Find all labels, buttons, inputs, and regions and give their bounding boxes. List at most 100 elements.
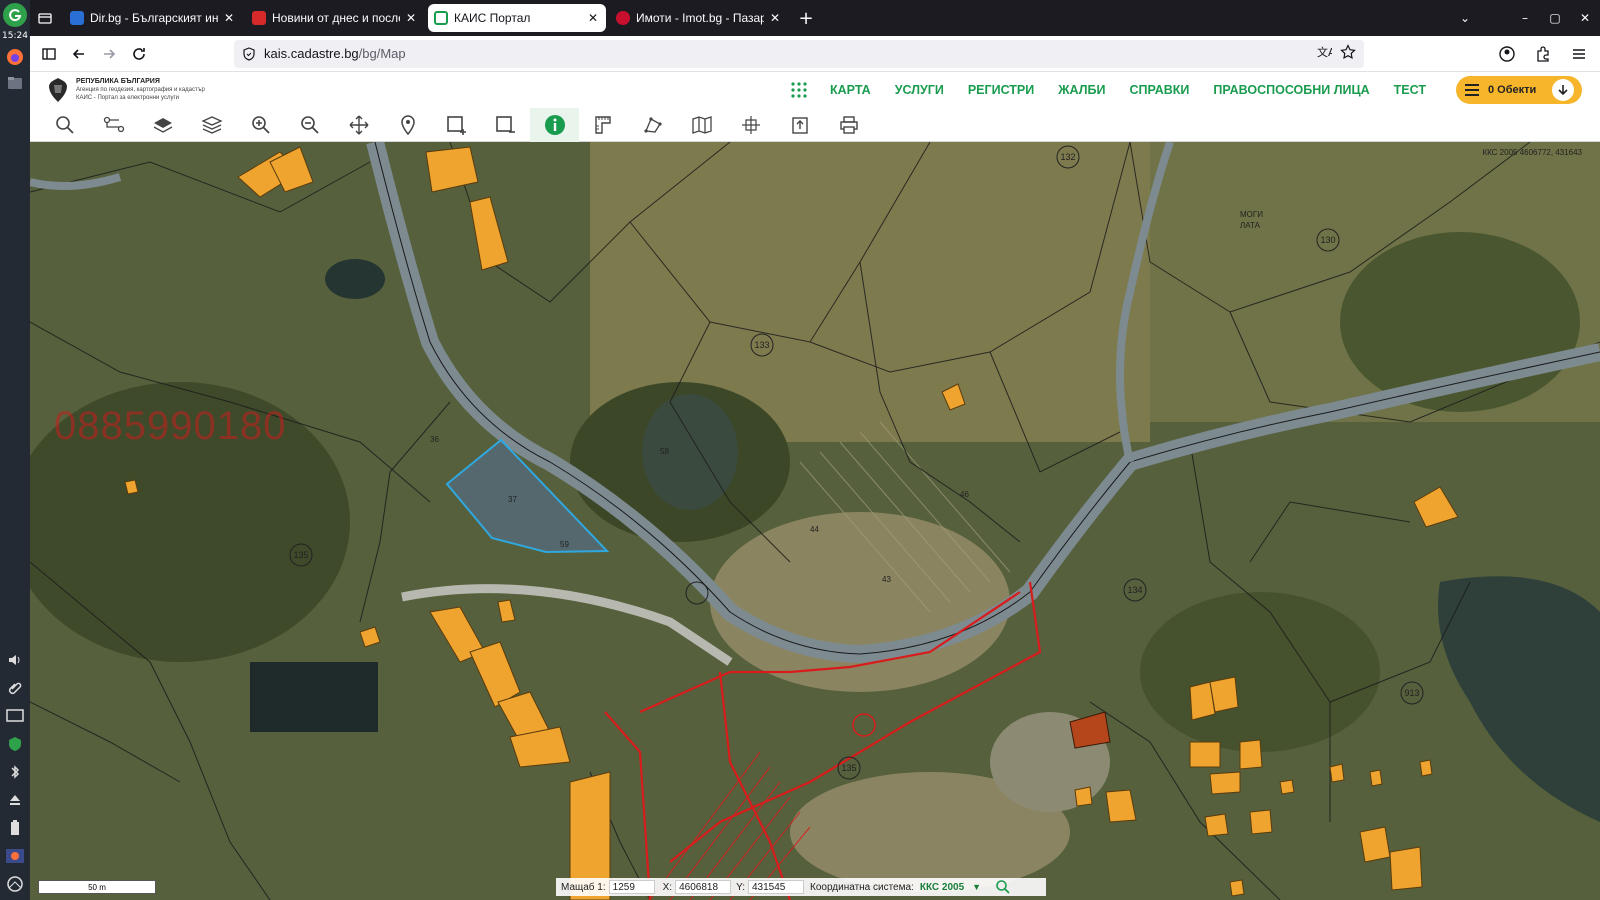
select-rect-icon[interactable] xyxy=(481,108,530,142)
export-icon[interactable] xyxy=(775,108,824,142)
volume-icon[interactable] xyxy=(5,650,25,670)
menu-map[interactable]: КАРТА xyxy=(830,83,871,97)
clock: 15:24 xyxy=(2,31,28,41)
parcel-label: 913 xyxy=(1404,688,1419,698)
eject-icon[interactable] xyxy=(5,790,25,810)
svg-text:36: 36 xyxy=(430,435,439,444)
files-icon[interactable] xyxy=(5,73,25,93)
close-window-icon[interactable]: ✕ xyxy=(1570,0,1600,36)
svg-text:58: 58 xyxy=(660,447,669,456)
menu-icon[interactable] xyxy=(1564,39,1594,69)
route-tool-icon[interactable] xyxy=(89,108,138,142)
close-icon[interactable]: ✕ xyxy=(586,11,600,25)
news-favicon-icon xyxy=(252,11,266,25)
attachment-icon[interactable] xyxy=(5,678,25,698)
print-icon[interactable] xyxy=(824,108,873,142)
search-tool-icon[interactable] xyxy=(40,108,89,142)
layers-stack-icon[interactable] xyxy=(187,108,236,142)
menu-licensed-persons[interactable]: ПРАВОСПОСОБНИ ЛИЦА xyxy=(1213,83,1369,97)
measure-icon[interactable] xyxy=(579,108,628,142)
select-area-icon[interactable] xyxy=(432,108,481,142)
sidebar-toggle-icon[interactable] xyxy=(34,39,64,69)
parcel-label: 132 xyxy=(1060,152,1075,162)
menu-references[interactable]: СПРАВКИ xyxy=(1129,83,1189,97)
maximize-icon[interactable]: ▢ xyxy=(1540,0,1570,36)
scale-input[interactable]: 1259 xyxy=(608,880,655,894)
tab-list-chevron-icon[interactable]: ⌄ xyxy=(1450,0,1480,36)
x-coordinate-field[interactable]: 4606818 xyxy=(675,880,732,894)
window-controls: ⌄ – ▢ ✕ xyxy=(1450,0,1600,36)
tab-imot-bg[interactable]: Имоти - Imot.bg - Пазар ✕ xyxy=(610,4,788,32)
tab-news[interactable]: Новини от днес и после ✕ xyxy=(246,4,424,32)
tab-title: КАИС Портал xyxy=(454,11,531,25)
list-icon xyxy=(1465,84,1479,96)
location-pin-icon[interactable] xyxy=(383,108,432,142)
tab-overview-icon[interactable] xyxy=(30,0,60,36)
phone-watermark: 0885990180 xyxy=(54,404,287,448)
menu-complaints[interactable]: ЖАЛБИ xyxy=(1058,83,1105,97)
site-header: РЕПУБЛИКА БЪЛГАРИЯ Агенция по геодезия, … xyxy=(30,72,1600,108)
bluetooth-icon[interactable] xyxy=(5,762,25,782)
launcher-icon[interactable] xyxy=(3,3,27,27)
svg-text:44: 44 xyxy=(810,525,819,534)
battery-icon[interactable] xyxy=(5,818,25,838)
bookmark-star-icon[interactable] xyxy=(1340,44,1356,63)
account-icon[interactable] xyxy=(1492,39,1522,69)
url-bar[interactable]: kais.cadastre.bg /bg/Map 文A xyxy=(234,39,1364,68)
security-icon[interactable] xyxy=(5,734,25,754)
tab-kais-portal[interactable]: КАИС Портал ✕ xyxy=(428,4,606,32)
zoom-out-icon[interactable] xyxy=(285,108,334,142)
crs-select[interactable]: ККС 2005 xyxy=(920,882,964,893)
logo-line-3: КАИС - Портал за електронни услуги xyxy=(76,95,179,101)
locality-label: ЛАТА xyxy=(1240,221,1261,230)
minimize-icon[interactable]: – xyxy=(1510,0,1540,36)
main-menu: КАРТА УСЛУГИ РЕГИСТРИ ЖАЛБИ СПРАВКИ ПРАВ… xyxy=(790,72,1438,108)
coordinate-search-icon[interactable] xyxy=(995,879,1011,895)
pond xyxy=(325,259,385,299)
apps-grid-icon[interactable] xyxy=(790,81,808,99)
menu-registers[interactable]: РЕГИСТРИ xyxy=(968,83,1034,97)
map-icon[interactable] xyxy=(677,108,726,142)
back-button[interactable] xyxy=(64,39,94,69)
chevron-down-icon[interactable]: ▼ xyxy=(972,882,981,892)
tab-dir-bg[interactable]: Dir.bg - Българският инт ✕ xyxy=(64,4,242,32)
close-icon[interactable]: ✕ xyxy=(768,11,782,25)
download-arrow-icon[interactable] xyxy=(1552,79,1574,101)
map-toolbar xyxy=(30,107,1600,142)
y-label: Y: xyxy=(736,881,745,893)
menu-services[interactable]: УСЛУГИ xyxy=(895,83,944,97)
menu-test[interactable]: ТЕСТ xyxy=(1394,83,1426,97)
firefox-tray-icon[interactable] xyxy=(5,846,25,866)
translate-icon[interactable]: 文A xyxy=(1316,44,1336,63)
pan-icon[interactable] xyxy=(334,108,383,142)
objects-count: 0 Обекти xyxy=(1488,84,1537,96)
svg-text:59: 59 xyxy=(560,540,569,549)
close-icon[interactable]: ✕ xyxy=(222,11,236,25)
parcel-label: 133 xyxy=(754,340,769,350)
y-coordinate-field[interactable]: 431545 xyxy=(748,880,804,894)
coat-of-arms-icon xyxy=(49,78,67,102)
url-path: /bg/Map xyxy=(358,46,406,61)
reload-button[interactable] xyxy=(124,39,154,69)
zoom-in-icon[interactable] xyxy=(236,108,285,142)
agency-logo[interactable]: РЕПУБЛИКА БЪЛГАРИЯ Агенция по геодезия, … xyxy=(46,76,205,104)
screen-icon[interactable] xyxy=(5,706,25,726)
objects-button[interactable]: 0 Обекти xyxy=(1456,76,1582,104)
tab-bar: Dir.bg - Българският инт ✕ Новини от дне… xyxy=(30,0,1600,36)
imot-favicon-icon xyxy=(616,11,630,25)
system-menu-icon[interactable] xyxy=(5,874,25,894)
site-info-icon[interactable] xyxy=(242,46,256,61)
info-icon[interactable] xyxy=(530,107,579,142)
forward-button[interactable] xyxy=(94,39,124,69)
map-canvas[interactable]: 132 130 135 135 134 133 913 МОГИ ЛАТА 37… xyxy=(30,142,1600,900)
cadastral-map[interactable]: 132 130 135 135 134 133 913 МОГИ ЛАТА 37… xyxy=(30,142,1600,900)
extensions-icon[interactable] xyxy=(1528,39,1558,69)
dir-favicon-icon xyxy=(70,11,84,25)
coordinates-icon[interactable] xyxy=(726,108,775,142)
draw-polygon-icon[interactable] xyxy=(628,108,677,142)
layer-icon[interactable] xyxy=(138,108,187,142)
new-tab-button[interactable]: + xyxy=(792,4,820,32)
url-host: kais.cadastre.bg xyxy=(264,46,359,61)
close-icon[interactable]: ✕ xyxy=(404,11,418,25)
firefox-icon[interactable] xyxy=(5,47,25,67)
